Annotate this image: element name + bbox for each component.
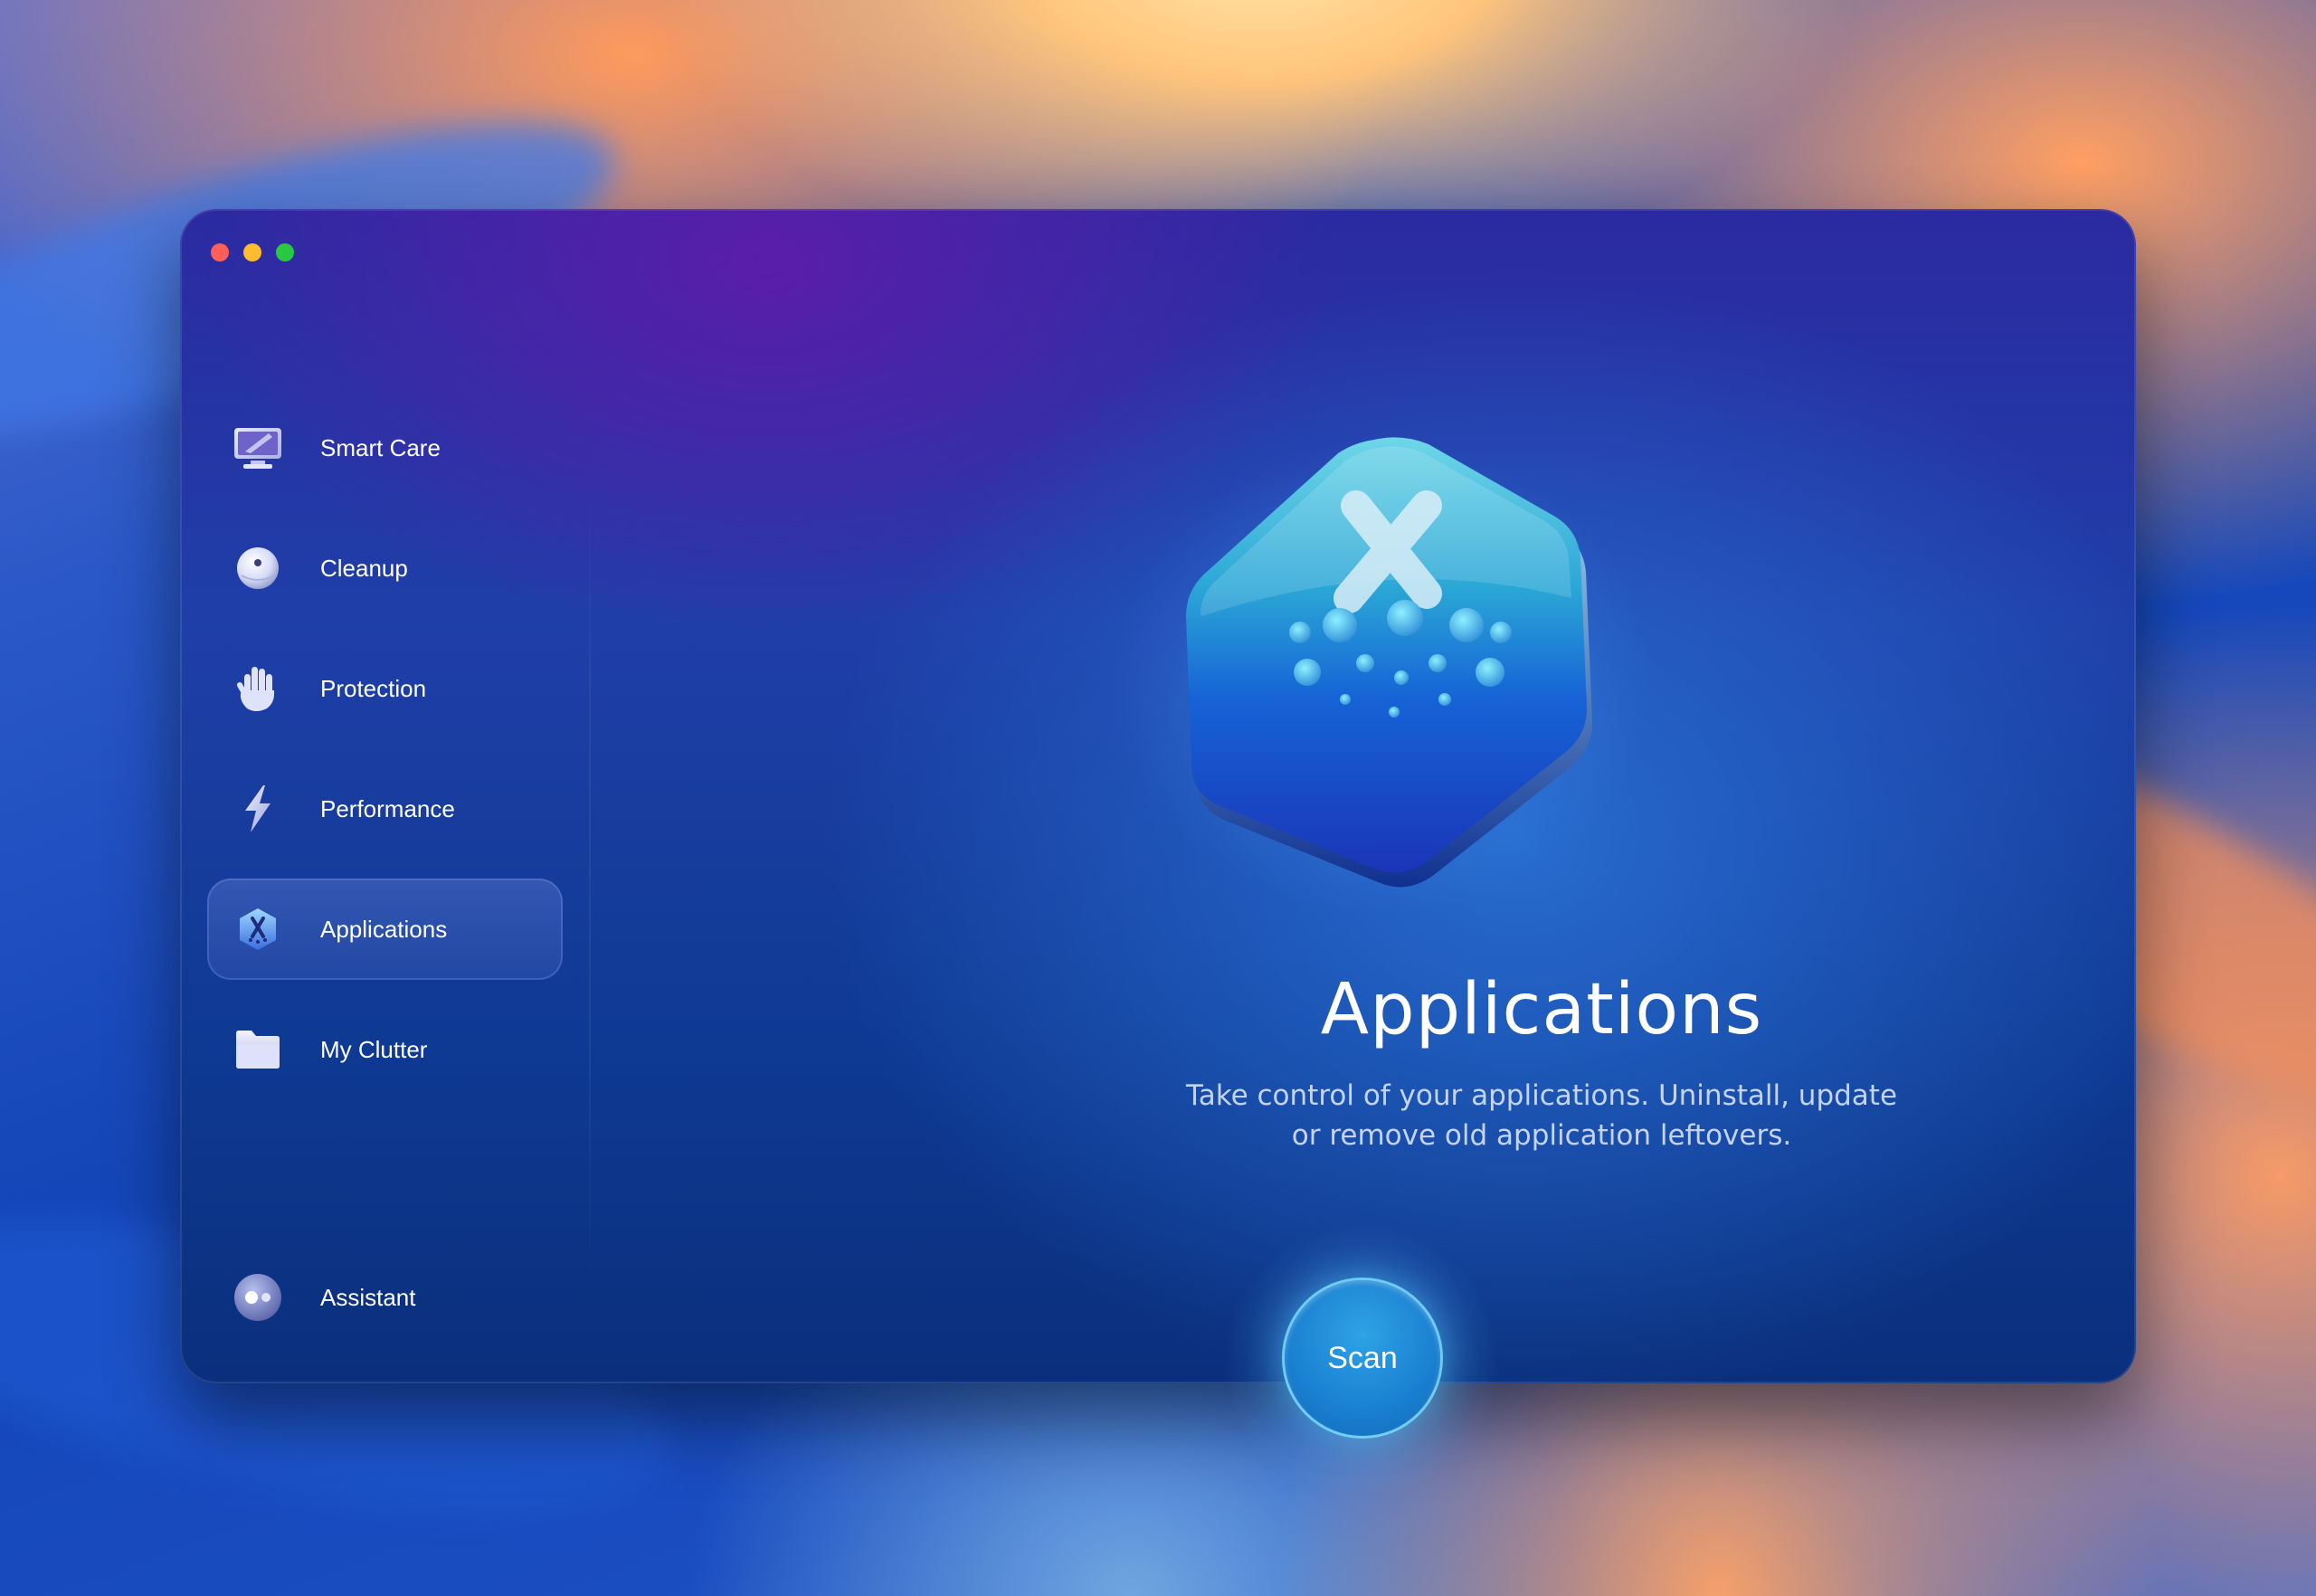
display-icon bbox=[233, 423, 283, 473]
applications-hexagon-icon bbox=[233, 904, 283, 955]
sidebar-item-my-clutter[interactable]: My Clutter bbox=[207, 999, 563, 1100]
lightning-icon bbox=[233, 784, 283, 834]
sidebar-item-protection[interactable]: Protection bbox=[207, 638, 563, 739]
desktop-wallpaper: Smart Care Cleanup Protection Performanc… bbox=[0, 0, 2316, 1596]
folder-icon bbox=[233, 1024, 283, 1075]
sidebar-item-cleanup[interactable]: Cleanup bbox=[207, 518, 563, 619]
hand-icon bbox=[233, 663, 283, 714]
scan-button[interactable]: Scan bbox=[1285, 1280, 1440, 1436]
sidebar-item-label: My Clutter bbox=[320, 1035, 428, 1063]
sidebar-item-label: Applications bbox=[320, 915, 448, 943]
description-line: Take control of your applications. Unins… bbox=[1185, 1079, 1898, 1112]
sidebar-item-assistant[interactable]: Assistant bbox=[207, 1247, 563, 1348]
sidebar-divider bbox=[589, 480, 591, 1295]
sidebar-item-label: Performance bbox=[320, 794, 455, 822]
sidebar-item-performance[interactable]: Performance bbox=[207, 758, 563, 860]
page-description: Take control of your applications. Unins… bbox=[904, 1076, 2136, 1155]
app-window: Smart Care Cleanup Protection Performanc… bbox=[180, 209, 2136, 1383]
sidebar-item-applications[interactable]: Applications bbox=[207, 879, 563, 980]
assistant-icon bbox=[233, 1272, 283, 1323]
sidebar-item-label: Smart Care bbox=[320, 433, 441, 461]
sidebar-item-label: Assistant bbox=[320, 1283, 416, 1311]
sidebar: Smart Care Cleanup Protection Performanc… bbox=[180, 209, 592, 1383]
page-title: Applications bbox=[1320, 969, 1763, 1050]
cleanup-sphere-icon bbox=[233, 543, 283, 594]
description-line: or remove old application leftovers. bbox=[1291, 1119, 1792, 1152]
applications-hero-icon bbox=[1103, 408, 1664, 915]
sidebar-item-label: Protection bbox=[320, 674, 427, 702]
sidebar-item-smart-care[interactable]: Smart Care bbox=[207, 397, 563, 499]
sidebar-item-label: Cleanup bbox=[320, 554, 408, 582]
